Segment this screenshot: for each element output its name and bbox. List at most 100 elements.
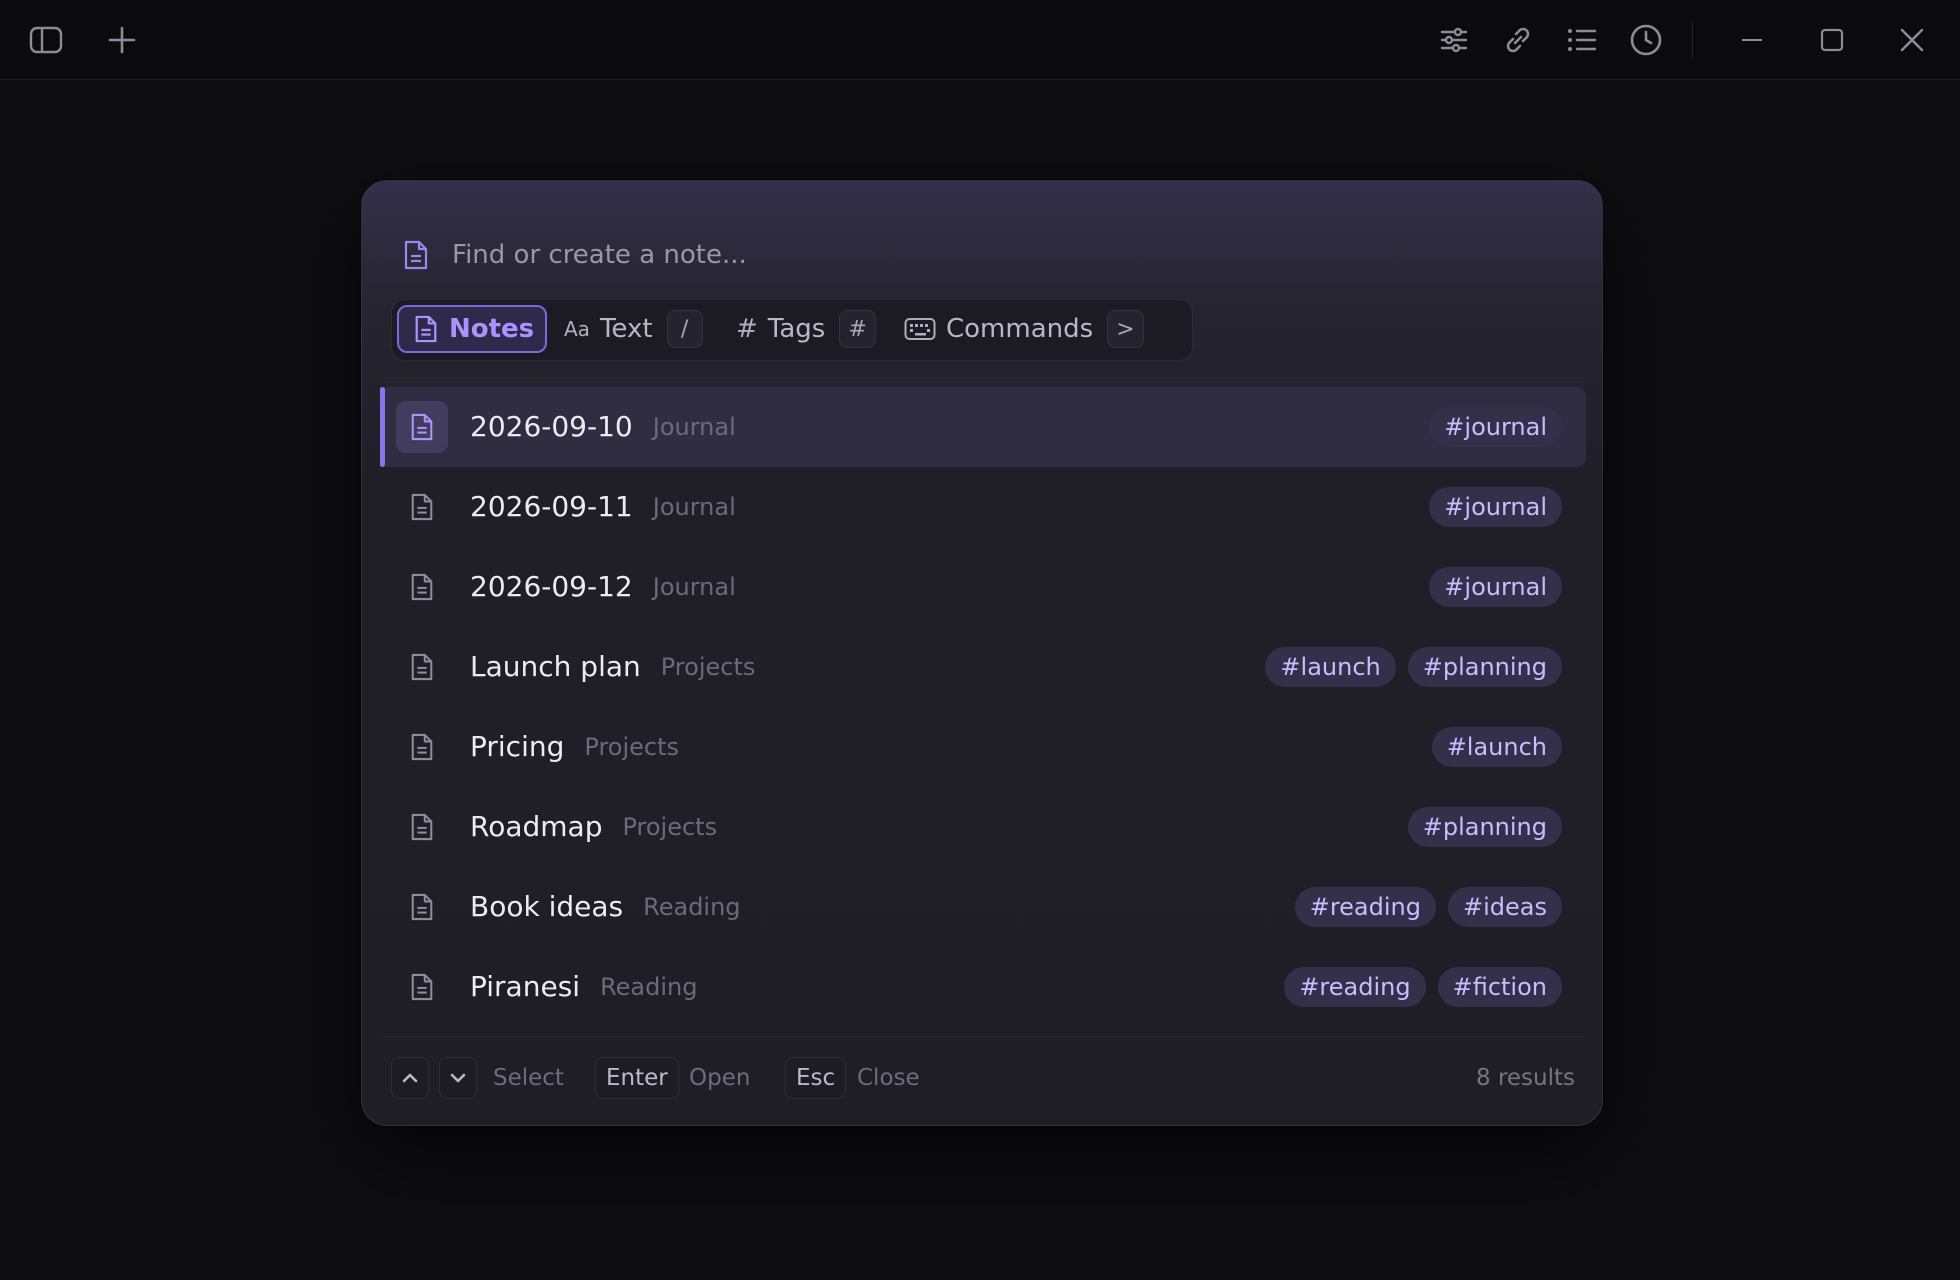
result-row[interactable]: 2026-09-10 Journal #journal — [380, 387, 1586, 467]
tag-pill[interactable]: #reading — [1284, 967, 1426, 1007]
result-row[interactable]: 2026-09-12 Journal #journal — [380, 547, 1586, 627]
note-title: 2026-09-12 — [470, 570, 633, 603]
results-list: 2026-09-10 Journal #journal 2026-09-11 Journ… — [380, 387, 1586, 1027]
tag-pill[interactable]: #journal — [1429, 487, 1562, 527]
list-icon[interactable] — [1558, 16, 1606, 64]
result-row[interactable]: Pricing Projects #launch — [380, 707, 1586, 787]
shortcut-key: > — [1107, 310, 1144, 348]
note-icon — [396, 961, 448, 1013]
note-title: 2026-09-11 — [470, 490, 633, 523]
result-title-group: Pricing Projects — [470, 707, 679, 787]
search-bar — [402, 225, 1562, 285]
note-icon — [396, 561, 448, 613]
note-folder: Projects — [660, 653, 756, 681]
clock-icon[interactable] — [1622, 16, 1670, 64]
tag-pill[interactable]: #fiction — [1437, 967, 1562, 1007]
tag-list: #journal — [1417, 487, 1562, 527]
shortcut-key: # — [839, 310, 876, 348]
note-title: Book ideas — [470, 890, 624, 923]
arrow-up-key — [391, 1057, 429, 1099]
filter-tab-tags[interactable]: # Tags # — [736, 305, 876, 353]
shortcut-key: / — [666, 310, 703, 348]
note-icon — [396, 481, 448, 533]
title-bar — [0, 0, 1960, 80]
sidebar-toggle-icon[interactable] — [22, 16, 70, 64]
document-icon — [402, 239, 430, 271]
tag-pill[interactable]: #ideas — [1448, 887, 1562, 927]
note-icon — [396, 801, 448, 853]
note-title: 2026-09-10 — [470, 410, 633, 443]
note-title: Piranesi — [470, 970, 581, 1003]
divider — [380, 1036, 1584, 1037]
open-hint: Open — [689, 1065, 751, 1091]
tag-list: #planning — [1396, 807, 1562, 847]
result-title-group: Piranesi Reading — [470, 947, 697, 1027]
tag-list: #journal — [1417, 567, 1562, 607]
filter-tab-label: Text — [599, 314, 653, 344]
filter-tabs: Notes Aa Text / # Tags # Commands > — [391, 299, 1193, 361]
note-folder: Journal — [652, 573, 736, 601]
note-icon — [396, 881, 448, 933]
keyboard-icon — [904, 317, 936, 341]
tag-pill[interactable]: #planning — [1407, 647, 1562, 687]
note-icon — [396, 401, 448, 453]
maximize-icon[interactable] — [1808, 16, 1856, 64]
tag-list: #journal — [1417, 407, 1562, 447]
result-row[interactable]: Launch plan Projects #launch #planning — [380, 627, 1586, 707]
search-input[interactable] — [452, 240, 1532, 270]
tag-pill[interactable]: #launch — [1265, 647, 1396, 687]
tag-list: #launch — [1420, 727, 1562, 767]
result-title-group: Launch plan Projects — [470, 627, 755, 707]
filter-tab-label: Commands — [946, 314, 1094, 344]
tag-list: #launch #planning — [1253, 647, 1562, 687]
note-folder: Projects — [584, 733, 680, 761]
note-title: Roadmap — [470, 810, 603, 843]
hash-icon: # — [736, 314, 758, 344]
result-row[interactable]: 2026-09-11 Journal #journal — [380, 467, 1586, 547]
filter-tab-notes[interactable]: Notes — [397, 305, 547, 353]
note-folder: Reading — [643, 893, 741, 921]
close-hint: Close — [857, 1065, 920, 1091]
note-icon — [396, 641, 448, 693]
result-row[interactable]: Piranesi Reading #reading #fiction — [380, 947, 1586, 1027]
tag-list: #reading #fiction — [1272, 967, 1562, 1007]
tag-pill[interactable]: #reading — [1294, 887, 1436, 927]
result-title-group: 2026-09-11 Journal — [470, 467, 736, 547]
enter-key: Enter — [595, 1057, 679, 1099]
note-title: Pricing — [470, 730, 565, 763]
document-icon — [413, 314, 439, 344]
esc-key: Esc — [785, 1057, 847, 1099]
result-title-group: 2026-09-12 Journal — [470, 547, 736, 627]
tag-pill[interactable]: #journal — [1429, 567, 1562, 607]
filter-tab-commands[interactable]: Commands > — [904, 305, 1144, 353]
note-folder: Reading — [600, 973, 698, 1001]
note-icon — [396, 721, 448, 773]
result-title-group: Roadmap Projects — [470, 787, 717, 867]
toolbar-divider — [1692, 22, 1693, 58]
note-folder: Journal — [652, 493, 736, 521]
quick-switcher-modal: Notes Aa Text / # Tags # — [361, 180, 1603, 1126]
divider — [380, 381, 1584, 382]
close-icon[interactable] — [1888, 16, 1936, 64]
result-count: 8 results — [1476, 1065, 1575, 1091]
note-folder: Projects — [622, 813, 718, 841]
footer-hints: Select Enter Open Esc Close 8 results — [391, 1057, 1575, 1101]
select-hint: Select — [493, 1065, 564, 1091]
filter-tab-label: Notes — [449, 314, 535, 344]
text-aa-icon: Aa — [564, 317, 590, 341]
result-row[interactable]: Roadmap Projects #planning — [380, 787, 1586, 867]
note-folder: Journal — [652, 413, 736, 441]
tag-list: #reading #ideas — [1283, 887, 1562, 927]
filter-tab-text[interactable]: Aa Text / — [564, 305, 703, 353]
tag-pill[interactable]: #launch — [1431, 727, 1562, 767]
tag-pill[interactable]: #planning — [1407, 807, 1562, 847]
link-icon[interactable] — [1494, 16, 1542, 64]
result-title-group: Book ideas Reading — [470, 867, 741, 947]
arrow-down-key — [439, 1057, 477, 1099]
minimize-icon[interactable] — [1728, 16, 1776, 64]
tag-pill[interactable]: #journal — [1429, 407, 1562, 447]
filter-tab-label: Tags — [767, 314, 826, 344]
result-row[interactable]: Book ideas Reading #reading #ideas — [380, 867, 1586, 947]
new-tab-plus-icon[interactable] — [98, 16, 146, 64]
sliders-icon[interactable] — [1430, 16, 1478, 64]
